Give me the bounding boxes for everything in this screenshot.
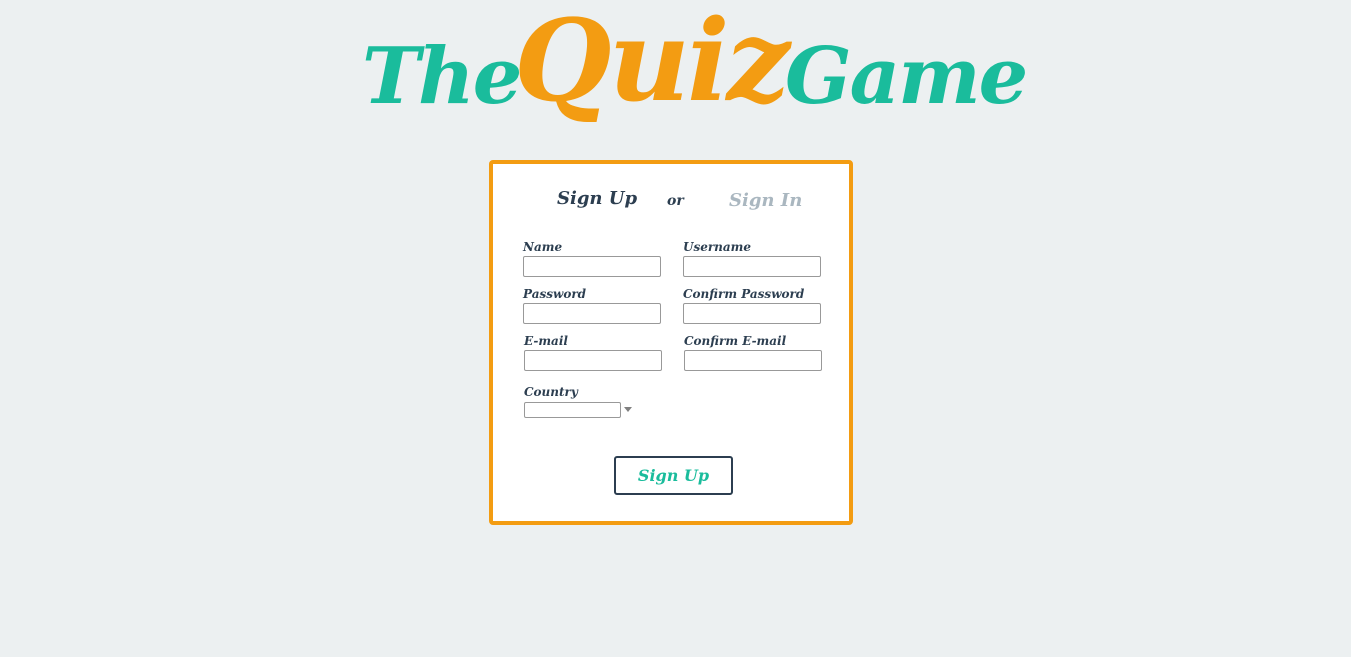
tab-sign-in[interactable]: Sign In	[729, 190, 802, 211]
confirm-email-input[interactable]	[684, 349, 822, 371]
email-label: E-mail	[524, 334, 568, 348]
name-input[interactable]	[523, 255, 661, 277]
country-field-group: Country	[524, 385, 664, 418]
confirm-password-input[interactable]	[683, 302, 821, 324]
sign-up-button[interactable]: Sign Up	[614, 456, 733, 495]
app-logo: The Quiz Game	[0, 0, 1351, 150]
country-select-value[interactable]	[524, 402, 621, 418]
signup-card: Sign Up or Sign In Name Username Passwor…	[489, 160, 853, 525]
email-input[interactable]	[524, 349, 662, 371]
country-label: Country	[524, 385, 578, 399]
confirm-email-field-group: Confirm E-mail	[684, 334, 822, 371]
name-field-group: Name	[523, 240, 661, 277]
confirm-email-label: Confirm E-mail	[684, 334, 787, 348]
logo-word-game: Game	[785, 31, 1028, 122]
username-input[interactable]	[683, 255, 821, 277]
username-label: Username	[683, 240, 752, 254]
password-label: Password	[523, 287, 587, 301]
name-label: Name	[523, 240, 563, 254]
tab-sign-up[interactable]: Sign Up	[557, 188, 637, 209]
chevron-down-icon[interactable]	[624, 407, 632, 412]
password-field-group: Password	[523, 287, 661, 324]
email-field-group: E-mail	[524, 334, 662, 371]
confirm-password-field-group: Confirm Password	[683, 287, 821, 324]
logo-word-the: The	[362, 31, 522, 122]
username-field-group: Username	[683, 240, 821, 277]
country-select[interactable]	[524, 402, 644, 418]
tabs-separator-or: or	[667, 193, 684, 209]
logo-word-quiz: Quiz	[514, 0, 790, 127]
password-input[interactable]	[523, 302, 661, 324]
confirm-password-label: Confirm Password	[683, 287, 805, 301]
